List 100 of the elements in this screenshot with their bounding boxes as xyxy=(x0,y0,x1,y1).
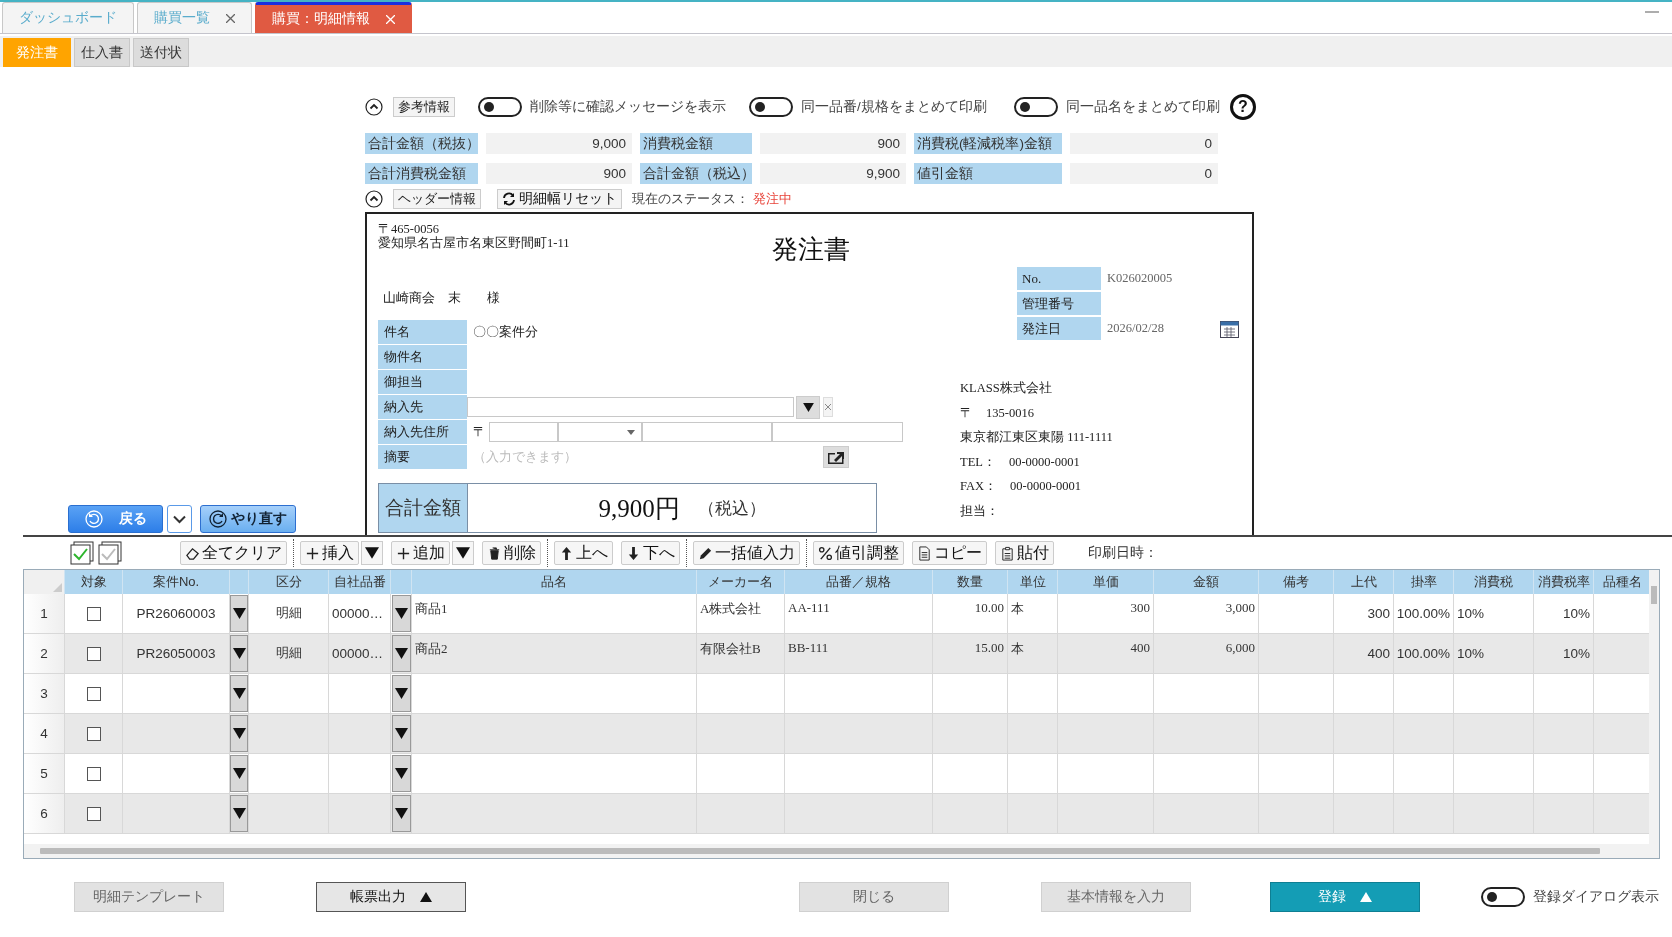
clear-button[interactable] xyxy=(823,397,833,417)
column-header[interactable]: 区分 xyxy=(275,573,302,591)
tab[interactable]: 購買：明細情報 xyxy=(255,2,412,33)
check-all-icon[interactable] xyxy=(70,541,94,565)
column-header[interactable]: 自社品番 xyxy=(333,573,386,591)
column-header[interactable]: 品種名 xyxy=(1602,573,1642,591)
column-header[interactable]: 単価 xyxy=(1092,573,1119,591)
caret-icon xyxy=(456,547,470,559)
table-cell: 400 xyxy=(1130,640,1150,656)
toolbar-button[interactable]: 一括値入力 xyxy=(693,541,800,565)
redo-button[interactable]: やり直す xyxy=(200,505,296,533)
help-button[interactable]: ? xyxy=(1229,94,1256,120)
reset-button[interactable]: 明細幅リセット xyxy=(497,189,622,209)
checkbox[interactable] xyxy=(86,726,101,741)
summary-label: 合計金額（税込） xyxy=(640,163,752,184)
dropdown-button[interactable] xyxy=(230,715,248,752)
tax-note: （税込） xyxy=(697,497,766,520)
horizontal-scrollbar[interactable] xyxy=(24,844,1659,858)
toggle-switch[interactable] xyxy=(1013,97,1058,117)
dropdown-button[interactable] xyxy=(230,595,248,632)
dropdown-button[interactable] xyxy=(452,541,474,565)
dropdown-button[interactable] xyxy=(391,595,411,632)
column-header[interactable]: 単位 xyxy=(1019,573,1046,591)
toolbar-button[interactable]: 値引調整 xyxy=(813,541,904,565)
plus-icon xyxy=(396,545,411,561)
dropdown-button[interactable] xyxy=(230,675,248,712)
checkbox[interactable] xyxy=(86,766,101,781)
company-info: 担当： xyxy=(960,502,1000,520)
column-header[interactable]: 案件No. xyxy=(152,573,200,591)
toggle-switch[interactable] xyxy=(478,97,522,117)
dropdown-button[interactable] xyxy=(230,635,248,672)
toolbar-button[interactable]: 全てクリア xyxy=(180,541,287,565)
dropdown-button[interactable] xyxy=(230,795,248,832)
caret-icon xyxy=(394,768,408,779)
address-field[interactable] xyxy=(642,422,772,442)
toggle-switch[interactable] xyxy=(749,97,793,117)
pencil-icon xyxy=(698,545,713,561)
tab[interactable]: 仕入書 xyxy=(74,38,130,67)
dropdown-button[interactable] xyxy=(167,505,192,533)
table-cell: 00000… xyxy=(332,606,384,621)
toggle-switch[interactable] xyxy=(1481,887,1525,907)
calendar-icon[interactable] xyxy=(1220,319,1239,338)
checkbox[interactable] xyxy=(86,646,101,661)
column-header[interactable]: 対象 xyxy=(80,573,107,591)
document-icon xyxy=(917,545,932,561)
open-button[interactable] xyxy=(823,446,849,468)
company-info: KLASS株式会社 xyxy=(960,380,1053,397)
dropdown-button[interactable] xyxy=(391,635,411,672)
checkbox[interactable] xyxy=(86,686,101,701)
table-cell: 6,000 xyxy=(1225,640,1255,656)
table-cell: PR26060003 xyxy=(136,606,216,621)
dropdown-button[interactable] xyxy=(230,755,248,792)
toolbar-button[interactable]: コピー xyxy=(912,541,987,565)
toggle-label: 同一品番/規格をまとめて印刷 xyxy=(801,98,987,116)
table-cell: 3,000 xyxy=(1225,600,1255,616)
dropdown-button[interactable] xyxy=(391,715,411,752)
summary-label: 消費税金額 xyxy=(640,133,752,154)
collapse-icon[interactable] xyxy=(365,190,383,208)
column-header[interactable]: 消費税率 xyxy=(1537,573,1590,591)
column-header[interactable]: メーカー名 xyxy=(708,573,773,591)
dropdown-button[interactable] xyxy=(796,395,820,419)
dropdown-button[interactable] xyxy=(391,795,411,832)
caret-icon xyxy=(802,402,814,412)
footer-button[interactable]: 帳票出力 xyxy=(316,882,466,912)
uncheck-all-icon[interactable] xyxy=(98,541,122,565)
column-header[interactable]: 金額 xyxy=(1193,573,1219,591)
postal-code-field[interactable] xyxy=(489,422,558,442)
table-cell: 商品2 xyxy=(415,640,448,658)
checkbox[interactable] xyxy=(86,606,101,621)
caret-icon xyxy=(232,768,246,779)
dropdown-button[interactable] xyxy=(361,541,383,565)
toolbar-button[interactable]: 貼付 xyxy=(995,541,1054,565)
collapse-icon[interactable] xyxy=(365,98,383,116)
dropdown-button[interactable] xyxy=(391,675,411,712)
tab[interactable]: 送付状 xyxy=(133,38,189,67)
combo-field[interactable] xyxy=(467,397,794,417)
column-header[interactable]: 品番／規格 xyxy=(826,573,891,591)
table-cell: 10% xyxy=(1562,606,1590,621)
dropdown-button[interactable] xyxy=(391,755,411,792)
toggle-label: 同一品名をまとめて印刷 xyxy=(1065,98,1220,116)
column-header[interactable]: 数量 xyxy=(957,573,983,591)
toolbar-button[interactable]: 上へ xyxy=(554,541,613,565)
toolbar-button[interactable]: 追加 xyxy=(391,541,450,565)
vertical-scrollbar[interactable] xyxy=(1649,570,1659,844)
toolbar-button[interactable]: 下へ xyxy=(621,541,680,565)
column-header[interactable]: 備考 xyxy=(1283,573,1309,591)
caret-icon xyxy=(232,688,246,699)
column-header[interactable]: 上代 xyxy=(1350,573,1377,591)
section-button[interactable]: ヘッダー情報 xyxy=(393,189,481,209)
caret-icon xyxy=(394,808,408,819)
toolbar-button[interactable]: 挿入 xyxy=(300,541,359,565)
toolbar-button[interactable]: 削除 xyxy=(482,541,541,565)
close-icon[interactable] xyxy=(226,13,235,23)
summary-value: 900 xyxy=(760,133,906,154)
column-header[interactable]: 消費税 xyxy=(1474,573,1513,591)
section-button[interactable]: 参考情報 xyxy=(393,97,455,117)
column-header[interactable]: 品名 xyxy=(541,573,567,591)
column-header[interactable]: 掛率 xyxy=(1410,573,1437,591)
address-field[interactable] xyxy=(772,422,903,442)
checkbox[interactable] xyxy=(86,806,101,821)
